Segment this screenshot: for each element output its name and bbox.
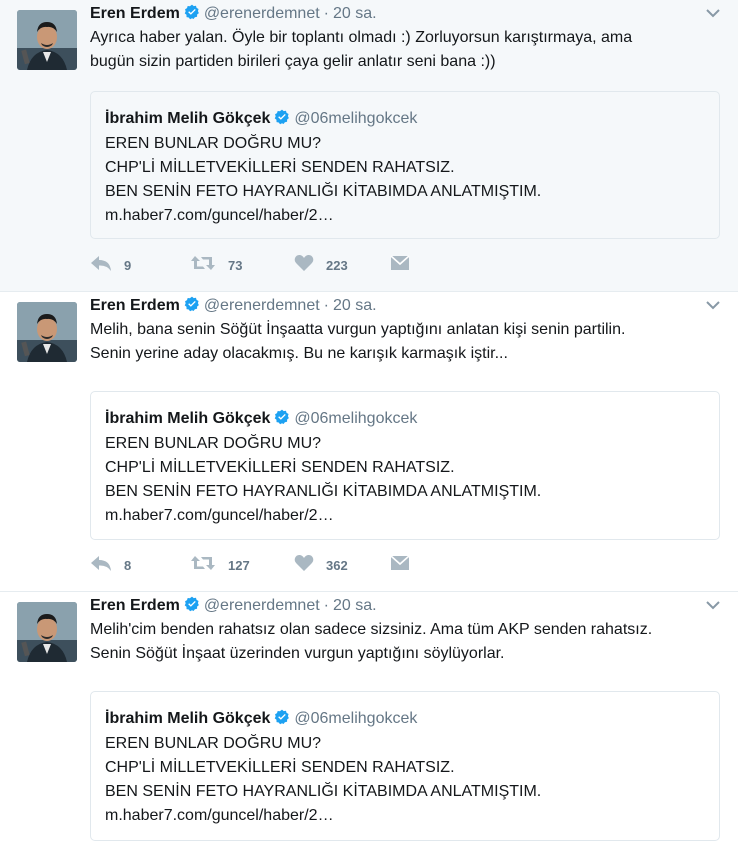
reply-button[interactable]: 9 (90, 253, 131, 277)
quoted-tweet[interactable]: İbrahim Melih Gökçek @06melihgokcek EREN … (90, 91, 720, 239)
quoted-link: m.haber7.com/guncel/haber/2… (105, 807, 334, 824)
reply-icon (90, 554, 112, 577)
verified-badge-icon (274, 409, 290, 432)
tweet-header: Eren Erdem @erenerdemnet · 20 sa. (90, 295, 377, 317)
quoted-line: CHP'Lİ MİLLETVEKİLLERİ SENDEN RAHATSIZ. (105, 459, 455, 476)
quoted-line: BEN SENİN FETO HAYRANLIĞI KİTABIMDA ANLA… (105, 783, 542, 800)
heart-icon (294, 254, 314, 277)
quoted-line: EREN BUNLAR DOĞRU MU? (105, 435, 322, 452)
avatar[interactable] (17, 302, 77, 362)
author-handle[interactable]: @erenerdemnet (204, 597, 320, 614)
tweet-actions: 8 127 362 (90, 553, 490, 577)
reply-count: 8 (124, 557, 132, 573)
tweet-header: Eren Erdem @erenerdemnet · 20 sa. (90, 595, 377, 617)
quoted-line: CHP'Lİ MİLLETVEKİLLERİ SENDEN RAHATSIZ. (105, 159, 455, 176)
quoted-line: CHP'Lİ MİLLETVEKİLLERİ SENDEN RAHATSIZ. (105, 759, 455, 776)
author-name[interactable]: Eren Erdem (90, 297, 180, 314)
tweet-header: Eren Erdem @erenerdemnet · 20 sa. (90, 3, 377, 25)
quoted-author-name: İbrahim Melih Gökçek (105, 110, 271, 127)
like-count: 223 (326, 257, 348, 273)
quoted-tweet[interactable]: İbrahim Melih Gökçek @06melihgokcek EREN … (90, 691, 720, 841)
tweet-time[interactable]: 20 sa. (333, 5, 377, 22)
quoted-text: EREN BUNLAR DOĞRU MU? CHP'Lİ MİLLETVEKİL… (105, 132, 705, 228)
author-name[interactable]: Eren Erdem (90, 5, 180, 22)
quoted-tweet[interactable]: İbrahim Melih Gökçek @06melihgokcek EREN … (90, 391, 720, 540)
quoted-author-name: İbrahim Melih Gökçek (105, 410, 271, 427)
direct-message-button[interactable] (390, 553, 410, 577)
verified-badge-icon (184, 4, 200, 27)
quoted-line: BEN SENİN FETO HAYRANLIĞI KİTABIMDA ANLA… (105, 483, 542, 500)
verified-badge-icon (274, 709, 290, 732)
tweet-text: Ayrıca haber yalan. Öyle bir toplantı ol… (90, 29, 633, 70)
avatar[interactable] (17, 602, 77, 662)
tweet-timeline: Eren Erdem @erenerdemnet · 20 sa. Ayrıca ha… (0, 0, 738, 841)
quoted-author-name: İbrahim Melih Gökçek (105, 710, 271, 727)
envelope-icon (390, 254, 410, 277)
tweet-text: Melih'cim benden rahatsız olan sadece si… (90, 621, 653, 662)
retweet-button[interactable]: 127 (190, 553, 250, 577)
verified-badge-icon (184, 296, 200, 319)
author-name[interactable]: Eren Erdem (90, 597, 180, 614)
quoted-header: İbrahim Melih Gökçek @06melihgokcek (105, 708, 417, 732)
separator-dot: · (323, 297, 329, 314)
quoted-header: İbrahim Melih Gökçek @06melihgokcek (105, 408, 417, 432)
heart-icon (294, 554, 314, 577)
separator-dot: · (323, 5, 329, 22)
chevron-down-icon[interactable] (705, 6, 721, 18)
author-handle[interactable]: @erenerdemnet (204, 5, 320, 22)
retweet-button[interactable]: 73 (190, 253, 242, 277)
retweet-icon (190, 254, 216, 277)
quoted-text: EREN BUNLAR DOĞRU MU? CHP'Lİ MİLLETVEKİL… (105, 732, 705, 828)
quoted-author-handle: @06melihgokcek (294, 110, 418, 127)
author-handle[interactable]: @erenerdemnet (204, 297, 320, 314)
tweet-actions: 9 73 223 (90, 253, 490, 277)
reply-count: 9 (124, 257, 132, 273)
chevron-down-icon[interactable] (705, 298, 721, 310)
retweet-icon (190, 554, 216, 577)
quoted-link: m.haber7.com/guncel/haber/2… (105, 207, 334, 224)
verified-badge-icon (274, 109, 290, 132)
like-button[interactable]: 362 (294, 553, 348, 577)
tweet-time[interactable]: 20 sa. (333, 297, 377, 314)
quoted-line: EREN BUNLAR DOĞRU MU? (105, 735, 322, 752)
quoted-author-handle: @06melihgokcek (294, 410, 418, 427)
tweet-text: Melih, bana senin Söğüt İnşaatta vurgun … (90, 321, 626, 362)
reply-icon (90, 254, 112, 277)
quoted-text: EREN BUNLAR DOĞRU MU? CHP'Lİ MİLLETVEKİL… (105, 432, 705, 528)
reply-button[interactable]: 8 (90, 553, 131, 577)
quoted-link: m.haber7.com/guncel/haber/2… (105, 507, 334, 524)
quoted-header: İbrahim Melih Gökçek @06melihgokcek (105, 108, 417, 132)
separator-dot: · (323, 597, 329, 614)
tweet[interactable]: Eren Erdem @erenerdemnet · 20 sa. Melih, ba… (0, 292, 738, 592)
verified-badge-icon (184, 596, 200, 619)
tweet-time[interactable]: 20 sa. (333, 597, 377, 614)
retweet-count: 73 (228, 257, 243, 273)
avatar[interactable] (17, 10, 77, 70)
like-button[interactable]: 223 (294, 253, 348, 277)
chevron-down-icon[interactable] (705, 598, 721, 610)
quoted-line: EREN BUNLAR DOĞRU MU? (105, 135, 322, 152)
direct-message-button[interactable] (390, 253, 410, 277)
tweet[interactable]: Eren Erdem @erenerdemnet · 20 sa. Ayrıca ha… (0, 0, 738, 292)
quoted-line: BEN SENİN FETO HAYRANLIĞI KİTABIMDA ANLA… (105, 183, 542, 200)
quoted-author-handle: @06melihgokcek (294, 710, 418, 727)
envelope-icon (390, 554, 410, 577)
like-count: 362 (326, 557, 348, 573)
retweet-count: 127 (228, 557, 250, 573)
tweet[interactable]: Eren Erdem @erenerdemnet · 20 sa. Melih'cim… (0, 592, 738, 841)
